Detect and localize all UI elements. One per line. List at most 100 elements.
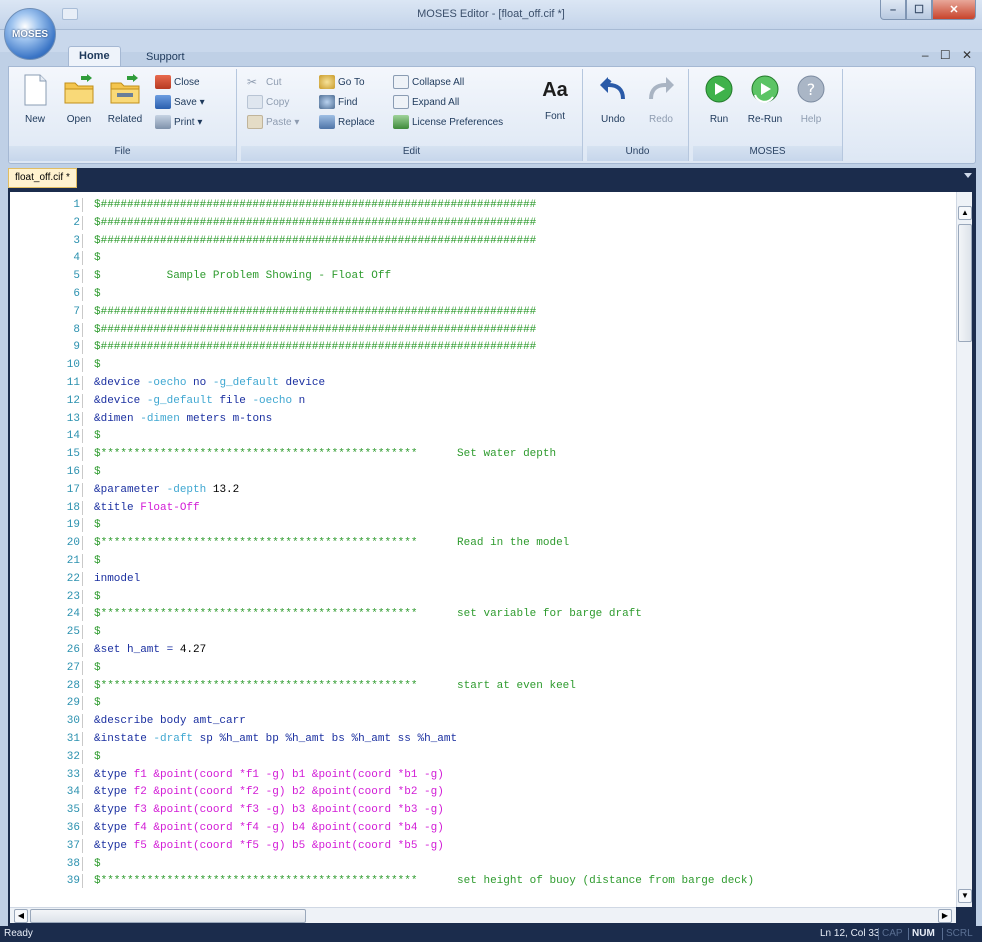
code-token: n [298, 394, 306, 407]
scroll-down-button[interactable]: ▼ [958, 889, 972, 903]
code-line[interactable]: 27 $ [10, 660, 956, 675]
cut-button[interactable]: ✂ Cut [247, 73, 282, 91]
code-token: -g_default [212, 377, 286, 389]
undo-group: Undo Redo Undo [587, 69, 689, 161]
status-ready-text: Ready [4, 928, 33, 939]
find-button[interactable]: Find [319, 93, 357, 111]
code-line[interactable]: 29 $ [10, 696, 956, 711]
scroll-up-button[interactable]: ▲ [958, 206, 972, 220]
line-number: 35 [66, 804, 80, 817]
code-line[interactable]: 32 $ [10, 749, 956, 764]
maximize-button[interactable]: ☐ [906, 0, 932, 20]
code-line[interactable]: 3 $######################################… [10, 233, 956, 248]
scroll-lock-indicator: SCRL [946, 928, 973, 939]
code-line[interactable]: 2 $######################################… [10, 215, 956, 230]
code-token: $***************************************… [94, 875, 755, 888]
line-number: 23 [66, 590, 80, 603]
line-number: 21 [66, 555, 80, 567]
code-line[interactable]: 10 $ [10, 358, 956, 373]
code-line[interactable]: 14 $ [10, 429, 956, 444]
tab-support[interactable]: Support [136, 48, 195, 68]
code-line[interactable]: 9 $######################################… [10, 340, 956, 355]
code-line[interactable]: 34 &type f2 &point(coord *f2 -g) b2 &poin… [10, 785, 956, 800]
code-line[interactable]: 18 &title Float-Off [10, 500, 956, 515]
code-token: f1 &point(coord *f1 -g) b1 &point(coord … [133, 768, 444, 781]
code-line[interactable]: 13 &dimen -dimen meters m-tons [10, 411, 956, 426]
code-line[interactable]: 31 &instate -draft sp %h_amt bp %h_amt bs… [10, 732, 956, 746]
collapse-all-label: Collapse All [412, 76, 465, 88]
print-button[interactable]: Print ▾ [155, 113, 202, 131]
code-text: &parameter -depth 13.2 [94, 483, 239, 497]
scissors-icon: ✂ [247, 75, 258, 89]
tab-list-dropdown-icon[interactable] [964, 173, 972, 178]
code-line[interactable]: 22 inmodel [10, 571, 956, 586]
code-token: -depth [166, 483, 213, 496]
code-line[interactable]: 11 &device -oecho no -g_default device [10, 376, 956, 390]
paste-button[interactable]: Paste ▾ [247, 113, 299, 131]
code-token: $ [94, 288, 101, 300]
undo-button[interactable]: Undo [591, 73, 635, 135]
fold-margin [82, 696, 83, 711]
vertical-scrollbar[interactable]: ▲ ▼ [956, 192, 972, 907]
code-line[interactable]: 19 $ [10, 518, 956, 533]
font-button[interactable]: Aa Font [533, 73, 577, 135]
code-line[interactable]: 38 $ [10, 856, 956, 871]
open-button[interactable]: Open [57, 73, 101, 135]
close-window-button[interactable]: ✕ [932, 0, 976, 20]
goto-button[interactable]: Go To [319, 73, 365, 91]
code-line[interactable]: 12 &device -g_default file -oecho n [10, 393, 956, 408]
code-line[interactable]: 25 $ [10, 625, 956, 640]
vertical-scroll-thumb[interactable] [958, 224, 972, 342]
code-line[interactable]: 6 $ [10, 287, 956, 301]
save-disk-icon [155, 95, 171, 109]
tab-home[interactable]: Home [68, 46, 121, 66]
minimize-button[interactable]: – [880, 0, 906, 20]
code-line[interactable]: 1 $######################################… [10, 198, 956, 212]
application-menu-button[interactable]: MOSES [4, 8, 56, 60]
rerun-button[interactable]: Re-Run [743, 73, 787, 135]
redo-button[interactable]: Redo [639, 73, 683, 135]
code-line[interactable]: 37 &type f5 &point(coord *f5 -g) b5 &poin… [10, 838, 956, 853]
scroll-left-button[interactable]: ◀ [14, 909, 28, 923]
code-token: &device [94, 394, 147, 407]
license-preferences-button[interactable]: License Preferences [393, 113, 503, 131]
code-line[interactable]: 15 $*************************************… [10, 447, 956, 462]
code-editor[interactable]: 1 $######################################… [10, 192, 956, 907]
code-line[interactable]: 24 $*************************************… [10, 607, 956, 622]
code-line[interactable]: 20 $*************************************… [10, 536, 956, 551]
code-line[interactable]: 16 $ [10, 465, 956, 479]
close-file-button[interactable]: Close [155, 73, 200, 91]
code-line[interactable]: 35 &type f3 &point(coord *f3 -g) b3 &poin… [10, 803, 956, 818]
code-line[interactable]: 23 $ [10, 589, 956, 604]
run-button[interactable]: Run [697, 73, 741, 135]
fold-margin [82, 411, 83, 426]
collapse-all-button[interactable]: Collapse All [393, 73, 464, 91]
expand-all-button[interactable]: Expand All [393, 93, 459, 111]
scroll-right-button[interactable]: ▶ [938, 909, 952, 923]
code-line[interactable]: 28 $*************************************… [10, 678, 956, 693]
related-button[interactable]: Related [103, 73, 147, 135]
code-line[interactable]: 21 $ [10, 554, 956, 568]
code-line[interactable]: 26 &set h_amt = 4.27 [10, 643, 956, 657]
replace-button[interactable]: Replace [319, 113, 375, 131]
help-button[interactable]: ? Help [789, 73, 833, 135]
document-tab-float-off[interactable]: float_off.cif * [8, 168, 77, 188]
code-line[interactable]: 36 &type f4 &point(coord *f4 -g) b4 &poin… [10, 821, 956, 835]
horizontal-scrollbar[interactable]: ◀ ▶ [10, 907, 956, 923]
horizontal-scroll-thumb[interactable] [30, 909, 306, 923]
code-line[interactable]: 7 $######################################… [10, 304, 956, 319]
document-window-controls[interactable]: – ☐ ✕ [922, 48, 976, 62]
code-line[interactable]: 8 $######################################… [10, 322, 956, 337]
fold-margin [82, 393, 83, 408]
code-line[interactable]: 39 $*************************************… [10, 874, 956, 889]
help-question-icon: ? [797, 75, 825, 103]
code-line[interactable]: 4 $ [10, 251, 956, 266]
code-line[interactable]: 30 &describe body amt_carr [10, 714, 956, 729]
line-number: 16 [66, 466, 80, 478]
save-button[interactable]: Save ▾ [155, 93, 205, 111]
code-line[interactable]: 5 $ Sample Problem Showing - Float Off [10, 269, 956, 284]
code-line[interactable]: 33 &type f1 &point(coord *f1 -g) b1 &poin… [10, 767, 956, 782]
code-line[interactable]: 17 &parameter -depth 13.2 [10, 482, 956, 497]
copy-button[interactable]: Copy [247, 93, 289, 111]
new-button[interactable]: New [13, 73, 57, 135]
